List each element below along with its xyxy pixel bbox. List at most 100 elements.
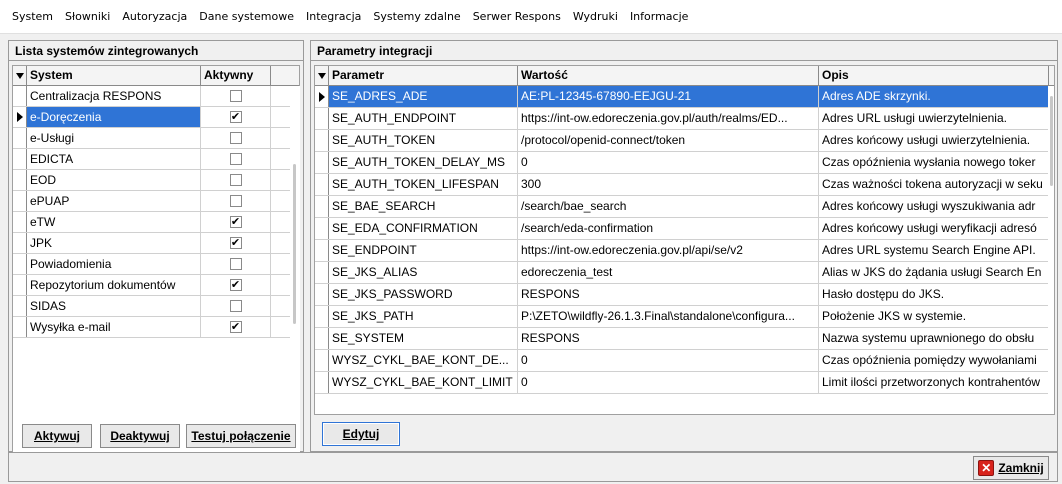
deactivate-button[interactable]: Deaktywuj bbox=[100, 424, 180, 448]
parameter-description: Adres ADE skrzynki. bbox=[819, 86, 1049, 107]
parameter-row[interactable]: SE_EDA_CONFIRMATION/search/eda-confirmat… bbox=[315, 218, 1054, 240]
column-header-value[interactable]: Wartość bbox=[518, 66, 819, 85]
active-checkbox[interactable] bbox=[229, 90, 242, 102]
row-indicator bbox=[13, 128, 27, 148]
menu-item[interactable]: Informacje bbox=[624, 10, 694, 23]
row-indicator bbox=[315, 196, 329, 217]
parameter-value: 300 bbox=[518, 174, 819, 195]
active-checkbox[interactable]: ✔ bbox=[229, 216, 242, 228]
system-row[interactable]: ePUAP bbox=[13, 191, 299, 212]
menu-item[interactable]: Dane systemowe bbox=[193, 10, 300, 23]
sort-indicator-icon[interactable] bbox=[315, 66, 329, 85]
parameters-grid-scrollbar[interactable] bbox=[1048, 86, 1054, 414]
system-row[interactable]: Repozytorium dokumentów ✔ bbox=[13, 275, 299, 296]
parameter-description: Hasło dostępu do JKS. bbox=[819, 284, 1049, 305]
system-row[interactable]: Wysyłka e-mail ✔ bbox=[13, 317, 299, 338]
active-checkbox[interactable]: ✔ bbox=[229, 321, 242, 333]
system-row[interactable]: EDICTA bbox=[13, 149, 299, 170]
test-connection-button[interactable]: Testuj połączenie bbox=[186, 424, 296, 448]
system-row[interactable]: JPK ✔ bbox=[13, 233, 299, 254]
row-indicator bbox=[13, 254, 27, 274]
active-checkbox[interactable]: ✔ bbox=[229, 279, 242, 291]
system-name: JPK bbox=[27, 233, 201, 253]
active-checkbox[interactable] bbox=[229, 174, 242, 186]
parameter-row[interactable]: SE_ADRES_ADE AE:PL-12345-67890-EEJGU-21 Ad… bbox=[315, 86, 1054, 108]
current-row-icon bbox=[16, 112, 23, 122]
parameter-value: AE:PL-12345-67890-EEJGU-21 bbox=[518, 86, 819, 107]
system-row[interactable]: EOD bbox=[13, 170, 299, 191]
parameters-grid-header: Parametr Wartość Opis bbox=[315, 66, 1054, 86]
system-name: e-Doręczenia bbox=[27, 107, 201, 127]
active-checkbox[interactable] bbox=[229, 132, 242, 144]
parameter-value: RESPONS bbox=[518, 328, 819, 349]
active-cell bbox=[201, 296, 271, 316]
active-checkbox[interactable] bbox=[229, 258, 242, 270]
parameter-row[interactable]: SE_AUTH_ENDPOINT https://int-ow.edoreczen… bbox=[315, 108, 1054, 130]
systems-grid-header: System Aktywny bbox=[13, 66, 299, 86]
parameter-value: https://int-ow.edoreczenia.gov.pl/auth/r… bbox=[518, 108, 819, 129]
parameter-row[interactable]: SE_JKS_PATH P:\ZETO\wildfly-26.1.3.Final\… bbox=[315, 306, 1054, 328]
active-checkbox[interactable]: ✔ bbox=[229, 237, 242, 249]
row-indicator bbox=[13, 107, 27, 127]
column-header-desc[interactable]: Opis bbox=[819, 66, 1049, 85]
row-indicator bbox=[13, 212, 27, 232]
menu-item[interactable]: Integracja bbox=[300, 10, 367, 23]
parameter-description: Czas ważności tokena autoryzacji w seku bbox=[819, 174, 1049, 195]
row-indicator bbox=[13, 233, 27, 253]
activate-button[interactable]: Aktywuj bbox=[22, 424, 92, 448]
active-cell bbox=[201, 86, 271, 106]
system-row[interactable]: Powiadomienia bbox=[13, 254, 299, 275]
parameter-row[interactable]: WYSZ_CYKL_BAE_KONT_DE... 0 Czas opóźnienia… bbox=[315, 350, 1054, 372]
parameters-grid-scroll-thumb[interactable] bbox=[1050, 96, 1053, 186]
system-row[interactable]: SIDAS bbox=[13, 296, 299, 317]
row-indicator bbox=[13, 149, 27, 169]
system-name: Powiadomienia bbox=[27, 254, 201, 274]
menu-item[interactable]: System bbox=[6, 10, 59, 23]
parameter-row[interactable]: SE_BAE_SEARCH/search/bae_search Adres koń… bbox=[315, 196, 1054, 218]
parameter-row[interactable]: SE_JKS_ALIAS edoreczenia_test Alias w JKS … bbox=[315, 262, 1054, 284]
active-cell bbox=[201, 254, 271, 274]
row-indicator bbox=[315, 240, 329, 261]
parameter-description: Alias w JKS do żądania usługi Search En bbox=[819, 262, 1049, 283]
parameter-row[interactable]: SE_SYSTEM RESPONS Nazwa systemu uprawnione… bbox=[315, 328, 1054, 350]
row-indicator bbox=[13, 170, 27, 190]
column-header-param[interactable]: Parametr bbox=[329, 66, 518, 85]
parameter-row[interactable]: SE_AUTH_TOKEN/protocol/openid-connect/to… bbox=[315, 130, 1054, 152]
row-indicator bbox=[13, 296, 27, 316]
systems-grid-scroll-thumb[interactable] bbox=[293, 164, 296, 324]
active-checkbox[interactable] bbox=[229, 195, 242, 207]
system-row[interactable]: e-Doręczenia ✔ bbox=[13, 107, 299, 128]
parameter-row[interactable]: SE_JKS_PASSWORD RESPONS Hasło dostępu do J… bbox=[315, 284, 1054, 306]
parameter-row[interactable]: SE_AUTH_TOKEN_DELAY_MS 0 Czas opóźnienia w… bbox=[315, 152, 1054, 174]
edit-button[interactable]: Edytuj bbox=[322, 422, 400, 446]
parameter-name: SE_ADRES_ADE bbox=[329, 86, 518, 107]
column-header-active[interactable]: Aktywny bbox=[201, 66, 271, 85]
active-checkbox[interactable] bbox=[229, 153, 242, 165]
parameter-description: Adres URL systemu Search Engine API. bbox=[819, 240, 1049, 261]
parameter-value: 0 bbox=[518, 152, 819, 173]
parameter-row[interactable]: SE_ENDPOINT https://int-ow.edoreczenia.go… bbox=[315, 240, 1054, 262]
parameter-row[interactable]: SE_AUTH_TOKEN_LIFESPAN 300 Czas ważności t… bbox=[315, 174, 1054, 196]
active-cell bbox=[201, 149, 271, 169]
row-indicator bbox=[315, 306, 329, 327]
menu-item[interactable]: Systemy zdalne bbox=[367, 10, 466, 23]
system-row[interactable]: Centralizacja RESPONS bbox=[13, 86, 299, 107]
parameter-name: SE_AUTH_TOKEN_DELAY_MS bbox=[329, 152, 518, 173]
active-cell bbox=[201, 191, 271, 211]
column-header-system[interactable]: System bbox=[27, 66, 201, 85]
menu-item[interactable]: Autoryzacja bbox=[116, 10, 193, 23]
active-checkbox[interactable] bbox=[229, 300, 242, 312]
systems-grid-scrollbar[interactable] bbox=[290, 86, 300, 456]
menu-item[interactable]: Serwer Respons bbox=[467, 10, 567, 23]
system-row[interactable]: e-Usługi bbox=[13, 128, 299, 149]
menu-item[interactable]: Wydruki bbox=[567, 10, 624, 23]
system-row[interactable]: eTW ✔ bbox=[13, 212, 299, 233]
menu-item[interactable]: Słowniki bbox=[59, 10, 116, 23]
parameter-row[interactable]: WYSZ_CYKL_BAE_KONT_LIMIT 0 Limit ilości pr… bbox=[315, 372, 1054, 394]
status-bar: ✕ Zamknij bbox=[8, 452, 1058, 482]
active-checkbox[interactable]: ✔ bbox=[229, 111, 242, 123]
integration-parameters-panel: Parametry integracji Parametr Wartość Op… bbox=[310, 40, 1058, 452]
sort-indicator-icon[interactable] bbox=[13, 66, 27, 85]
close-button[interactable]: ✕ Zamknij bbox=[973, 456, 1049, 480]
row-indicator bbox=[315, 130, 329, 151]
